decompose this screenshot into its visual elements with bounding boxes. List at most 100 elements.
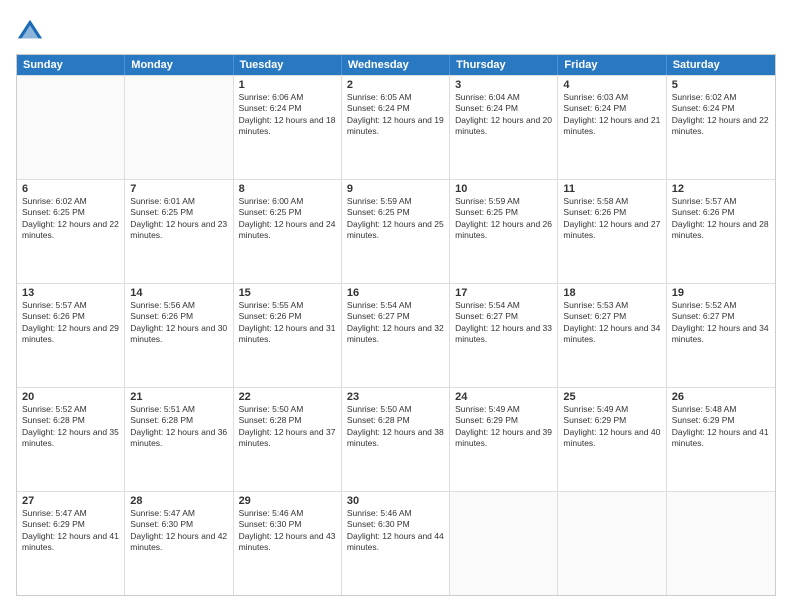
weekday-header: Tuesday xyxy=(234,55,342,75)
day-number: 7 xyxy=(130,183,227,195)
weekday-header: Sunday xyxy=(17,55,125,75)
day-number: 9 xyxy=(347,183,444,195)
day-number: 17 xyxy=(455,287,552,299)
day-info: Sunrise: 5:52 AM Sunset: 6:28 PM Dayligh… xyxy=(22,404,119,450)
calendar-cell: 10Sunrise: 5:59 AM Sunset: 6:25 PM Dayli… xyxy=(450,180,558,283)
day-info: Sunrise: 6:00 AM Sunset: 6:25 PM Dayligh… xyxy=(239,196,336,242)
calendar-week-row: 20Sunrise: 5:52 AM Sunset: 6:28 PM Dayli… xyxy=(17,387,775,491)
calendar-cell: 18Sunrise: 5:53 AM Sunset: 6:27 PM Dayli… xyxy=(558,284,666,387)
day-number: 8 xyxy=(239,183,336,195)
day-info: Sunrise: 6:03 AM Sunset: 6:24 PM Dayligh… xyxy=(563,92,660,138)
weekday-header: Monday xyxy=(125,55,233,75)
calendar-cell: 1Sunrise: 6:06 AM Sunset: 6:24 PM Daylig… xyxy=(234,76,342,179)
day-number: 11 xyxy=(563,183,660,195)
day-number: 13 xyxy=(22,287,119,299)
calendar-cell xyxy=(667,492,775,595)
day-number: 30 xyxy=(347,495,444,507)
day-number: 18 xyxy=(563,287,660,299)
calendar-cell: 16Sunrise: 5:54 AM Sunset: 6:27 PM Dayli… xyxy=(342,284,450,387)
calendar-cell: 20Sunrise: 5:52 AM Sunset: 6:28 PM Dayli… xyxy=(17,388,125,491)
calendar-cell: 28Sunrise: 5:47 AM Sunset: 6:30 PM Dayli… xyxy=(125,492,233,595)
day-info: Sunrise: 5:52 AM Sunset: 6:27 PM Dayligh… xyxy=(672,300,770,346)
day-info: Sunrise: 6:04 AM Sunset: 6:24 PM Dayligh… xyxy=(455,92,552,138)
calendar-cell: 15Sunrise: 5:55 AM Sunset: 6:26 PM Dayli… xyxy=(234,284,342,387)
day-number: 20 xyxy=(22,391,119,403)
day-number: 16 xyxy=(347,287,444,299)
day-info: Sunrise: 5:47 AM Sunset: 6:30 PM Dayligh… xyxy=(130,508,227,554)
calendar-cell: 26Sunrise: 5:48 AM Sunset: 6:29 PM Dayli… xyxy=(667,388,775,491)
calendar-week-row: 1Sunrise: 6:06 AM Sunset: 6:24 PM Daylig… xyxy=(17,75,775,179)
calendar-cell: 3Sunrise: 6:04 AM Sunset: 6:24 PM Daylig… xyxy=(450,76,558,179)
day-number: 28 xyxy=(130,495,227,507)
day-number: 23 xyxy=(347,391,444,403)
day-number: 10 xyxy=(455,183,552,195)
day-info: Sunrise: 5:54 AM Sunset: 6:27 PM Dayligh… xyxy=(455,300,552,346)
day-number: 1 xyxy=(239,79,336,91)
day-number: 21 xyxy=(130,391,227,403)
day-number: 26 xyxy=(672,391,770,403)
calendar-cell xyxy=(450,492,558,595)
day-info: Sunrise: 5:48 AM Sunset: 6:29 PM Dayligh… xyxy=(672,404,770,450)
day-info: Sunrise: 5:59 AM Sunset: 6:25 PM Dayligh… xyxy=(347,196,444,242)
calendar-cell: 24Sunrise: 5:49 AM Sunset: 6:29 PM Dayli… xyxy=(450,388,558,491)
weekday-header: Wednesday xyxy=(342,55,450,75)
calendar-week-row: 27Sunrise: 5:47 AM Sunset: 6:29 PM Dayli… xyxy=(17,491,775,595)
calendar-cell: 13Sunrise: 5:57 AM Sunset: 6:26 PM Dayli… xyxy=(17,284,125,387)
calendar-cell: 21Sunrise: 5:51 AM Sunset: 6:28 PM Dayli… xyxy=(125,388,233,491)
calendar-cell: 11Sunrise: 5:58 AM Sunset: 6:26 PM Dayli… xyxy=(558,180,666,283)
day-info: Sunrise: 5:47 AM Sunset: 6:29 PM Dayligh… xyxy=(22,508,119,554)
calendar-cell: 23Sunrise: 5:50 AM Sunset: 6:28 PM Dayli… xyxy=(342,388,450,491)
calendar-cell: 30Sunrise: 5:46 AM Sunset: 6:30 PM Dayli… xyxy=(342,492,450,595)
day-info: Sunrise: 5:58 AM Sunset: 6:26 PM Dayligh… xyxy=(563,196,660,242)
day-number: 5 xyxy=(672,79,770,91)
calendar-body: 1Sunrise: 6:06 AM Sunset: 6:24 PM Daylig… xyxy=(17,75,775,595)
day-info: Sunrise: 6:02 AM Sunset: 6:25 PM Dayligh… xyxy=(22,196,119,242)
day-info: Sunrise: 5:50 AM Sunset: 6:28 PM Dayligh… xyxy=(239,404,336,450)
day-number: 24 xyxy=(455,391,552,403)
day-number: 19 xyxy=(672,287,770,299)
day-number: 25 xyxy=(563,391,660,403)
day-number: 3 xyxy=(455,79,552,91)
day-info: Sunrise: 5:56 AM Sunset: 6:26 PM Dayligh… xyxy=(130,300,227,346)
day-number: 6 xyxy=(22,183,119,195)
day-info: Sunrise: 5:55 AM Sunset: 6:26 PM Dayligh… xyxy=(239,300,336,346)
calendar-cell: 6Sunrise: 6:02 AM Sunset: 6:25 PM Daylig… xyxy=(17,180,125,283)
day-info: Sunrise: 5:49 AM Sunset: 6:29 PM Dayligh… xyxy=(563,404,660,450)
page: SundayMondayTuesdayWednesdayThursdayFrid… xyxy=(0,0,792,612)
calendar-cell xyxy=(17,76,125,179)
day-number: 14 xyxy=(130,287,227,299)
day-number: 22 xyxy=(239,391,336,403)
day-number: 29 xyxy=(239,495,336,507)
day-info: Sunrise: 5:53 AM Sunset: 6:27 PM Dayligh… xyxy=(563,300,660,346)
day-number: 27 xyxy=(22,495,119,507)
calendar-cell: 9Sunrise: 5:59 AM Sunset: 6:25 PM Daylig… xyxy=(342,180,450,283)
logo-icon xyxy=(16,16,44,44)
calendar-cell: 12Sunrise: 5:57 AM Sunset: 6:26 PM Dayli… xyxy=(667,180,775,283)
header xyxy=(16,16,776,44)
weekday-header: Saturday xyxy=(667,55,775,75)
calendar-cell: 8Sunrise: 6:00 AM Sunset: 6:25 PM Daylig… xyxy=(234,180,342,283)
day-number: 4 xyxy=(563,79,660,91)
day-info: Sunrise: 5:50 AM Sunset: 6:28 PM Dayligh… xyxy=(347,404,444,450)
calendar-cell: 14Sunrise: 5:56 AM Sunset: 6:26 PM Dayli… xyxy=(125,284,233,387)
calendar-cell xyxy=(125,76,233,179)
calendar-cell: 17Sunrise: 5:54 AM Sunset: 6:27 PM Dayli… xyxy=(450,284,558,387)
day-info: Sunrise: 6:06 AM Sunset: 6:24 PM Dayligh… xyxy=(239,92,336,138)
calendar-cell: 7Sunrise: 6:01 AM Sunset: 6:25 PM Daylig… xyxy=(125,180,233,283)
calendar-cell: 27Sunrise: 5:47 AM Sunset: 6:29 PM Dayli… xyxy=(17,492,125,595)
day-info: Sunrise: 5:46 AM Sunset: 6:30 PM Dayligh… xyxy=(347,508,444,554)
calendar-week-row: 13Sunrise: 5:57 AM Sunset: 6:26 PM Dayli… xyxy=(17,283,775,387)
calendar-cell: 19Sunrise: 5:52 AM Sunset: 6:27 PM Dayli… xyxy=(667,284,775,387)
day-info: Sunrise: 5:46 AM Sunset: 6:30 PM Dayligh… xyxy=(239,508,336,554)
calendar-cell: 5Sunrise: 6:02 AM Sunset: 6:24 PM Daylig… xyxy=(667,76,775,179)
day-info: Sunrise: 6:02 AM Sunset: 6:24 PM Dayligh… xyxy=(672,92,770,138)
day-number: 12 xyxy=(672,183,770,195)
calendar-cell: 2Sunrise: 6:05 AM Sunset: 6:24 PM Daylig… xyxy=(342,76,450,179)
calendar-cell xyxy=(558,492,666,595)
weekday-header: Thursday xyxy=(450,55,558,75)
day-info: Sunrise: 5:57 AM Sunset: 6:26 PM Dayligh… xyxy=(672,196,770,242)
day-info: Sunrise: 6:01 AM Sunset: 6:25 PM Dayligh… xyxy=(130,196,227,242)
weekday-header: Friday xyxy=(558,55,666,75)
day-info: Sunrise: 5:51 AM Sunset: 6:28 PM Dayligh… xyxy=(130,404,227,450)
logo xyxy=(16,16,46,44)
